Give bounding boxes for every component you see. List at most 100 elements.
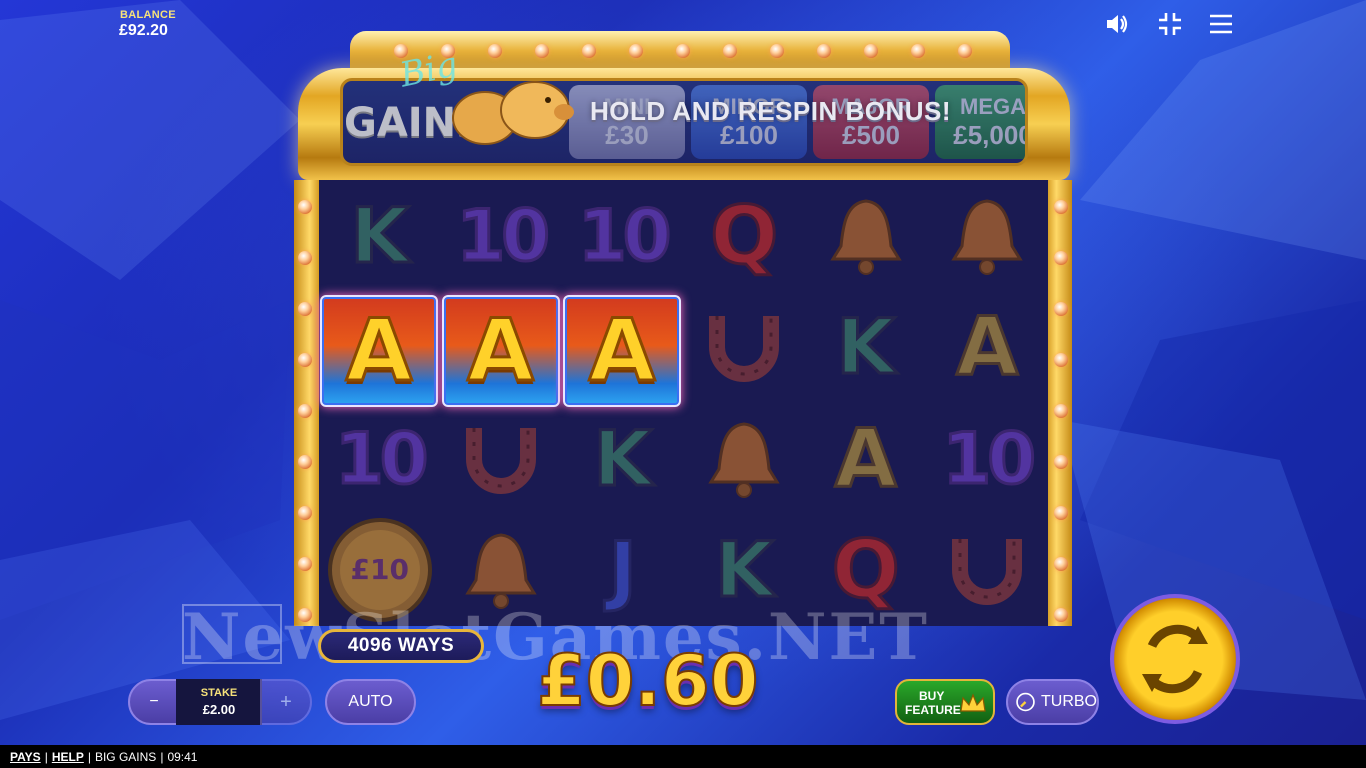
bulb-light xyxy=(1054,608,1068,622)
bulb-light xyxy=(864,44,878,58)
reel-cell xyxy=(441,403,563,515)
footer-bar: PAYS | HELP | BIG GAINS | 09:41 xyxy=(0,745,1366,768)
balance-value: £92.20 xyxy=(119,22,168,39)
symbol-a: A xyxy=(466,300,536,401)
reel-cell xyxy=(927,180,1049,292)
hold-respin-bonus-text: HOLD AND RESPIN BONUS! xyxy=(590,96,952,126)
reel-cell: K xyxy=(805,292,927,404)
crown-icon xyxy=(960,693,986,712)
symbol-10: 10 xyxy=(455,194,551,277)
reel-cell: A xyxy=(927,292,1049,404)
reel-cell: K xyxy=(562,403,684,515)
horseshoe-icon xyxy=(952,539,1023,606)
piggy-bank-icon xyxy=(452,81,574,145)
bulb-light xyxy=(770,44,784,58)
symbol-a: A xyxy=(587,300,657,401)
symbol-10: 10 xyxy=(334,417,430,500)
turbo-gauge-icon xyxy=(1016,692,1035,712)
horseshoe-icon xyxy=(709,316,780,383)
win-amount: £0.60 xyxy=(536,639,759,723)
bulb-light xyxy=(958,44,972,58)
bulb-light xyxy=(1054,557,1068,571)
winning-symbol-a: A xyxy=(563,294,681,407)
balance-label: BALANCE xyxy=(120,9,176,21)
symbol-k: K xyxy=(349,190,411,280)
reel-cell: 10 xyxy=(441,180,563,292)
bulb-light xyxy=(817,44,831,58)
spin-arrows-icon xyxy=(1142,624,1208,694)
turbo-button[interactable]: TURBO xyxy=(1006,679,1099,725)
reel-cell: A xyxy=(805,403,927,515)
bulb-light xyxy=(535,44,549,58)
clock: 09:41 xyxy=(167,749,198,764)
bulb-light xyxy=(1054,200,1068,214)
bulb-light xyxy=(298,353,312,367)
symbol-10: 10 xyxy=(577,194,673,277)
spin-button[interactable] xyxy=(1110,594,1240,724)
bell-icon xyxy=(830,199,902,275)
symbol-a: A xyxy=(344,300,414,401)
bulb-light xyxy=(1054,353,1068,367)
symbol-10: 10 xyxy=(941,417,1037,500)
symbol-a: A xyxy=(833,411,898,505)
ways-badge: 4096 WAYS xyxy=(318,629,484,663)
menu-icon[interactable] xyxy=(1207,10,1235,38)
symbol-a: A xyxy=(955,300,1020,394)
winning-symbol-a: A xyxy=(320,294,438,407)
bulb-light xyxy=(1054,404,1068,418)
bulb-light xyxy=(676,44,690,58)
reel-cell: 10 xyxy=(319,403,441,515)
bulb-light xyxy=(629,44,643,58)
bell-icon xyxy=(951,199,1023,275)
bulb-light xyxy=(298,251,312,265)
game-name: BIG GAINS xyxy=(94,749,157,764)
reel-cell: K xyxy=(319,180,441,292)
help-link[interactable]: HELP xyxy=(52,750,84,764)
separator: | xyxy=(160,749,164,764)
bell-icon xyxy=(708,422,780,498)
bulb-light xyxy=(1054,506,1068,520)
jackpot-name: MEGA xyxy=(960,93,1026,119)
horseshoe-icon xyxy=(466,427,537,494)
bulb-light xyxy=(911,44,925,58)
bulb-light xyxy=(1054,455,1068,469)
bulb-light xyxy=(1054,251,1068,265)
pays-link[interactable]: PAYS xyxy=(10,750,41,764)
symbol-q: Q xyxy=(709,188,780,282)
symbol-q: Q xyxy=(830,523,901,617)
symbol-k: K xyxy=(835,302,897,392)
sound-icon[interactable] xyxy=(1104,10,1132,38)
bulb-light xyxy=(723,44,737,58)
reel-cell: 10 xyxy=(562,180,684,292)
bulb-light xyxy=(298,200,312,214)
symbol-k: K xyxy=(592,413,654,503)
auto-button[interactable]: AUTO xyxy=(325,679,416,725)
winning-symbol-a: A xyxy=(441,294,560,407)
reel-cell: Q xyxy=(684,180,806,292)
symbol-j: J xyxy=(607,525,638,615)
jackpot-value: £5,000 xyxy=(953,119,1028,150)
reel-cell xyxy=(927,515,1049,627)
stake-decrease-button[interactable]: − xyxy=(128,679,180,725)
stake-value: £2.00 xyxy=(202,702,236,717)
fullscreen-exit-icon[interactable] xyxy=(1156,10,1184,38)
bulb-light xyxy=(298,455,312,469)
bulb-light xyxy=(1054,302,1068,316)
reel-cell: 10 xyxy=(927,403,1049,515)
bulb-light xyxy=(582,44,596,58)
bulb-light xyxy=(298,404,312,418)
stake-display: STAKE £2.00 xyxy=(176,679,262,725)
stake-label: STAKE xyxy=(200,687,238,699)
coin-value: £10 xyxy=(350,553,409,587)
buy-feature-button[interactable]: BUY FEATURE xyxy=(895,679,995,725)
reel-cell xyxy=(684,403,806,515)
bulb-light xyxy=(298,302,312,316)
separator: | xyxy=(44,749,48,764)
reel-cell xyxy=(805,180,927,292)
reel-cell xyxy=(684,292,806,404)
separator: | xyxy=(87,749,91,764)
stake-increase-button[interactable]: + xyxy=(260,679,312,725)
bulb-light xyxy=(298,506,312,520)
turbo-label: TURBO xyxy=(1041,693,1097,710)
bulb-light xyxy=(298,557,312,571)
